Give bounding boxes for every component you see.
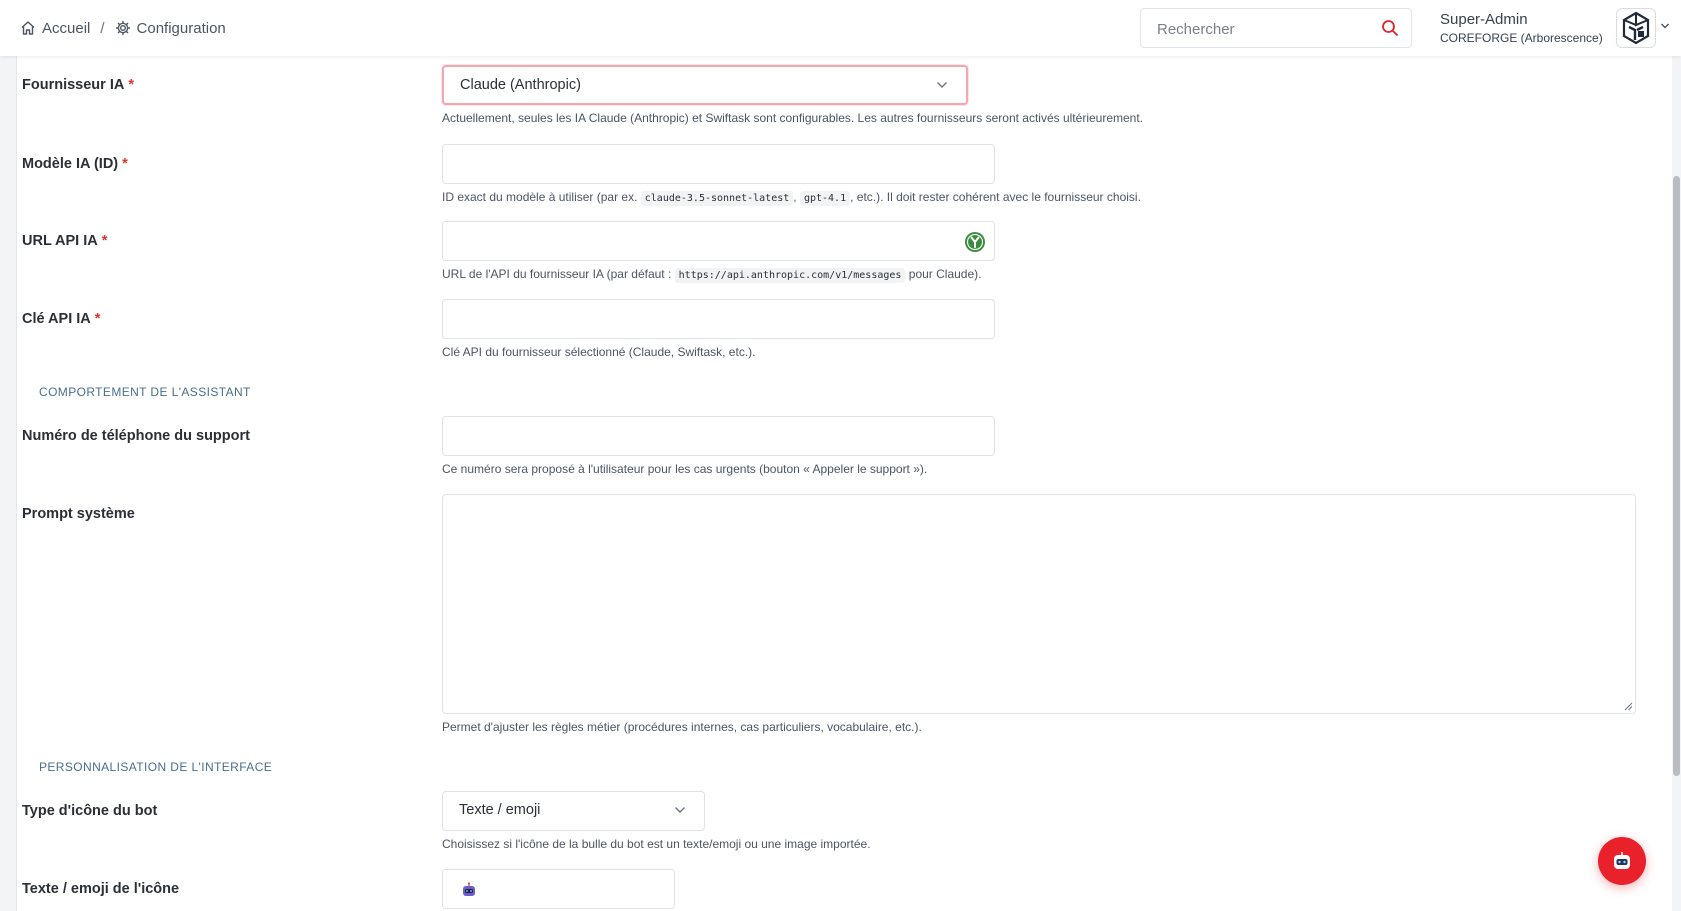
sidebar-collapsed	[0, 0, 17, 911]
system-prompt-textarea[interactable]	[443, 495, 1635, 713]
model-help-suffix: , etc.). Il doit rester cohérent avec le…	[850, 190, 1141, 204]
search-field[interactable]	[1140, 8, 1412, 48]
api-key-help: Clé API du fournisseur sélectionné (Clau…	[442, 345, 756, 359]
api-url-label: URL API IA *	[22, 233, 107, 249]
bot-icon-type-value: Texte / emoji	[459, 802, 541, 818]
bot-icon-text-value: 🤖	[243, 870, 244, 871]
provider-select[interactable]: Claude (Anthropic)	[442, 65, 968, 105]
api-key-field[interactable]	[442, 299, 995, 339]
breadcrumb-configuration-label: Configuration	[136, 19, 226, 37]
api-url-help-suffix: pour Claude).	[908, 267, 982, 281]
system-prompt-label: Prompt système	[22, 506, 135, 522]
breadcrumb-configuration[interactable]: Configuration	[115, 20, 226, 37]
api-url-input[interactable]	[443, 222, 994, 260]
api-key-label-text: Clé API IA	[22, 311, 91, 327]
avatar[interactable]	[1616, 8, 1656, 48]
support-phone-field[interactable]	[442, 416, 995, 456]
chevron-down-icon	[675, 807, 685, 813]
required-mark: *	[122, 156, 128, 172]
model-input[interactable]	[443, 145, 994, 183]
resize-handle-icon[interactable]	[1624, 702, 1633, 711]
api-url-help: URL de l'API du fournisseur IA (par défa…	[442, 267, 982, 283]
api-url-help-prefix: URL de l'API du fournisseur IA (par défa…	[442, 267, 672, 281]
model-label: Modèle IA (ID) *	[22, 156, 128, 172]
search-input[interactable]	[1157, 18, 1372, 40]
model-help-sep: ,	[793, 190, 797, 204]
required-mark: *	[101, 233, 108, 249]
api-url-help-code: https://api.anthropic.com/v1/messages	[674, 268, 906, 283]
chevron-down-icon[interactable]	[1660, 22, 1670, 30]
bot-icon-text-label: Texte / emoji de l'icône	[22, 881, 180, 897]
robot-icon	[1614, 852, 1630, 869]
model-help-code-gpt: gpt-4.1	[799, 191, 851, 206]
page-scrollbar-thumb[interactable]	[1673, 176, 1680, 776]
user-info[interactable]: Super-Admin COREFORGE (Arborescence)	[1440, 11, 1615, 47]
user-name: Super-Admin	[1440, 11, 1528, 28]
breadcrumb-separator: /	[100, 19, 105, 37]
model-help-code-claude: claude-3.5-sonnet-latest	[640, 191, 794, 206]
support-phone-help: Ce numéro sera proposé à l'utilisateur p…	[442, 462, 928, 476]
breadcrumb: Accueil / Configuration	[20, 17, 226, 39]
model-field[interactable]	[442, 144, 995, 184]
model-help: ID exact du modèle à utiliser (par ex. c…	[442, 190, 1141, 206]
bot-icon-type-label: Type d'icône du bot	[22, 803, 158, 819]
api-key-input[interactable]	[443, 300, 994, 338]
api-url-label-text: URL API IA	[22, 233, 98, 249]
provider-help: Actuellement, seules les IA Claude (Anth…	[442, 111, 1144, 125]
api-url-field[interactable]	[442, 221, 995, 261]
support-phone-input[interactable]	[443, 417, 994, 455]
provider-label: Fournisseur IA *	[22, 77, 134, 93]
bot-icon-type-help: Choisissez si l'icône de la bulle du bot…	[442, 837, 871, 851]
system-prompt-help: Permet d'ajuster les règles métier (proc…	[442, 720, 922, 734]
model-label-text: Modèle IA (ID)	[22, 156, 119, 172]
company-logo-icon	[1622, 11, 1650, 45]
model-help-prefix: ID exact du modèle à utiliser (par ex.	[442, 190, 638, 204]
chatbot-launcher-button[interactable]	[1598, 837, 1646, 885]
top-header: Accueil / Configuration Super-Admin CORE…	[0, 0, 1681, 56]
search-icon[interactable]	[1381, 19, 1399, 37]
home-icon	[21, 21, 35, 35]
provider-label-text: Fournisseur IA	[22, 77, 125, 93]
required-mark: *	[128, 77, 134, 93]
password-manager-icon[interactable]	[964, 231, 986, 253]
section-title-interface: PERSONNALISATION DE L'INTERFACE	[39, 760, 273, 774]
breadcrumb-home[interactable]: Accueil	[20, 20, 90, 37]
section-title-behavior: COMPORTEMENT DE L'ASSISTANT	[39, 385, 251, 399]
support-phone-label: Numéro de téléphone du support	[22, 428, 250, 444]
system-prompt-field[interactable]	[442, 494, 1636, 714]
breadcrumb-home-label: Accueil	[42, 19, 91, 37]
required-mark: *	[94, 311, 101, 327]
provider-select-value: Claude (Anthropic)	[460, 77, 581, 93]
robot-icon	[463, 882, 475, 896]
chevron-down-icon	[937, 82, 947, 88]
api-key-label: Clé API IA *	[22, 311, 100, 327]
bot-icon-text-field[interactable]: 🤖	[442, 869, 675, 909]
user-organization: COREFORGE (Arborescence)	[1440, 31, 1603, 45]
gear-icon	[115, 20, 130, 36]
bot-icon-type-select[interactable]: Texte / emoji	[442, 791, 705, 831]
